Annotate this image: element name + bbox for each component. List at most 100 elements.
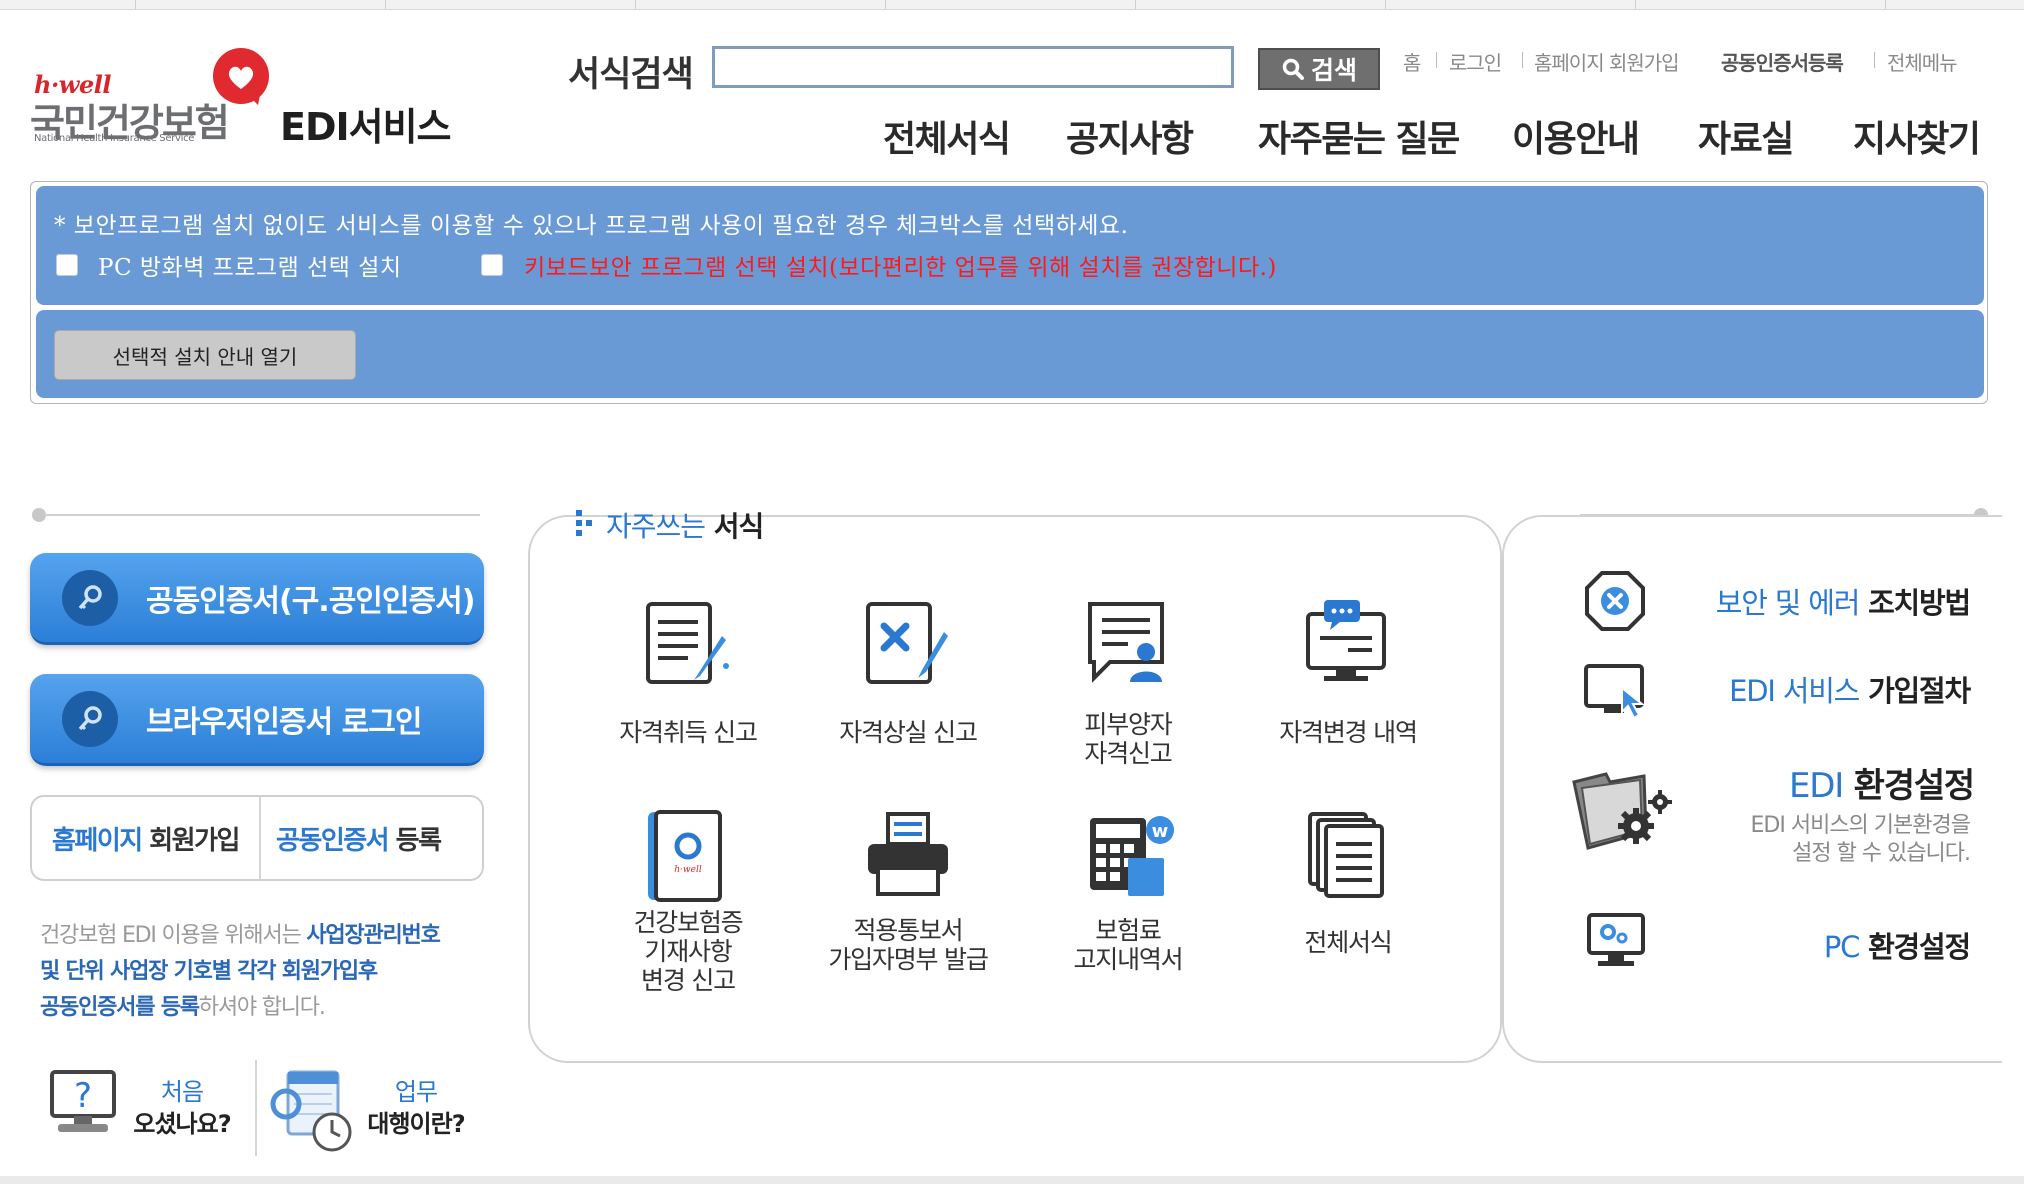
agent-business-link[interactable]: 업무 대행이란? [356, 1076, 476, 1140]
keyboard-security-label: 키보드보안 프로그램 선택 설치(보다편리한 업무를 위해 설치를 권장합니다.… [524, 255, 1277, 281]
first-visit-link[interactable]: 처음 오셨나요? [122, 1076, 242, 1140]
search-label: 서식검색 [568, 55, 694, 95]
util-link-home[interactable]: 홈 [1403, 47, 1421, 76]
util-link-cert-register[interactable]: 공동인증서등록 [1721, 47, 1844, 76]
svg-text:?: ? [74, 1076, 92, 1116]
frequent-title-blue: 자주쓰는 [606, 510, 706, 543]
cert-login-button[interactable]: 공동인증서(구.공인인증서) [30, 553, 484, 645]
first-visit-rest: 오셨나요? [133, 1110, 231, 1138]
cert-login-label: 공동인증서(구.공인인증서) [146, 583, 475, 619]
nav-library[interactable]: 자료실 [1698, 110, 1794, 162]
logo-english: National Health Insurance Service [34, 133, 195, 144]
form-all-forms[interactable] [1300, 808, 1396, 908]
util-link-login[interactable]: 로그인 [1449, 47, 1502, 76]
util-divider [1436, 52, 1437, 68]
nav-notices[interactable]: 공지사항 [1066, 110, 1194, 162]
nav-guide[interactable]: 이용안내 [1512, 110, 1640, 162]
bottom-strip [0, 1176, 2024, 1184]
title-bullet-icon [576, 510, 592, 536]
form-card-change-report[interactable]: h·well [640, 808, 736, 908]
form-label-acquisition: 자격취득 신고 [619, 718, 758, 747]
edi-environment-desc: EDI 서비스의 기본환경을 설정 할 수 있습니다. [1680, 812, 1971, 868]
edi-environment-link[interactable]: EDI 환경설정 [1680, 758, 1976, 807]
form-label-change: 자격변경 내역 [1279, 718, 1418, 747]
rail-line [44, 514, 480, 516]
util-divider [1874, 52, 1875, 68]
form-loss-report[interactable] [860, 596, 956, 696]
nav-branch-finder[interactable]: 지사찾기 [1853, 110, 1981, 162]
edi-join-rest: 가입절차 [1868, 674, 1971, 708]
pc-env-rest: 환경설정 [1868, 930, 1971, 964]
search-button-label: 검색 [1310, 56, 1357, 85]
firewall-checkbox[interactable] [56, 254, 78, 276]
pc-settings-icon [1587, 913, 1645, 966]
form-label-all: 전체서식 [1304, 928, 1392, 957]
frequent-forms-title: 자주쓰는 서식 [606, 505, 765, 545]
top-tab-strip [0, 0, 2024, 10]
edi-env-rest: 환경설정 [1853, 766, 1976, 806]
keyboard-security-checkbox[interactable] [481, 254, 503, 276]
calculator-icon: w [1090, 816, 1174, 896]
nav-all-forms[interactable]: 전체서식 [883, 110, 1011, 162]
pc-env-blue: PC [1823, 930, 1861, 964]
homepage-join-link[interactable]: 홈페이지 회원가입 [52, 820, 240, 857]
form-notice-issue[interactable] [860, 808, 956, 908]
edi-join-blue: EDI 서비스 [1729, 674, 1860, 708]
register-link-blue: 공동인증서 [276, 826, 390, 856]
info-text-4: 공동인증서를 등록 [40, 995, 200, 1020]
info-text-5: 하셔야 합니다. [198, 995, 326, 1020]
folder-gear-icon [1572, 772, 1672, 850]
calendar-clock-icon[interactable] [266, 1066, 356, 1156]
monitor-chat-icon [1306, 600, 1386, 681]
divider [259, 797, 261, 879]
edi-env-desc-2: 설정 할 수 있습니다. [1792, 841, 1971, 866]
edi-join-procedure-link[interactable]: EDI 서비스 가입절차 [1680, 668, 1971, 710]
first-visit-blue: 처음 [160, 1078, 204, 1106]
security-options-box [36, 186, 1984, 305]
info-text-3: 및 단위 사업장 기호별 각각 회원가입후 [40, 959, 378, 984]
svg-text:w: w [1152, 821, 1169, 842]
frequent-title-rest: 서식 [713, 510, 765, 543]
search-button[interactable]: 검색 [1258, 48, 1380, 90]
key-icon [62, 569, 118, 626]
browser-cert-login-label: 브라우저인증서 로그인 [146, 704, 422, 740]
help-monitor-icon[interactable]: ? [44, 1066, 124, 1146]
join-link-rest: 회원가입 [149, 826, 240, 856]
edi-env-blue: EDI [1788, 766, 1844, 806]
chat-person-icon [1088, 602, 1164, 683]
form-label-card-change: 건강보험증 기재사항 변경 신고 [633, 908, 743, 995]
edi-env-desc-1: EDI 서비스의 기본환경을 [1750, 813, 1971, 838]
form-premium-statement[interactable]: w [1080, 808, 1176, 908]
pc-environment-link[interactable]: PC 환경설정 [1680, 924, 1971, 966]
nav-faq[interactable]: 자주묻는 질문 [1258, 110, 1460, 162]
browser-cert-login-button[interactable]: 브라우저인증서 로그인 [30, 674, 484, 766]
util-link-all-menu[interactable]: 전체메뉴 [1887, 47, 1958, 76]
edi-service-title: EDI서비스 [280, 105, 452, 149]
monitor-click-icon [1584, 664, 1645, 720]
join-link-blue: 홈페이지 [52, 826, 143, 856]
form-change-history[interactable] [1300, 596, 1396, 696]
agent-business-rest: 대행이란? [367, 1110, 465, 1138]
info-text-2: 사업장관리번호 [306, 923, 440, 948]
cert-register-link[interactable]: 공동인증서 등록 [276, 820, 442, 857]
info-text-1: 건강보험 EDI 이용을 위해서는 [40, 923, 302, 948]
error-octagon-icon [1585, 571, 1645, 631]
svg-text:h·well: h·well [674, 865, 702, 875]
agent-business-blue: 업무 [394, 1078, 438, 1106]
install-guide-button[interactable]: 선택적 설치 안내 열기 [54, 330, 356, 380]
join-info-text: 건강보험 EDI 이용을 위해서는 사업장관리번호 및 단위 사업장 기호별 각… [40, 918, 500, 1026]
search-icon [1282, 58, 1304, 80]
search-input[interactable] [712, 46, 1234, 88]
form-dependent-report[interactable] [1080, 596, 1176, 696]
heart-logo-icon [213, 48, 269, 105]
form-label-premium: 보험료 고지내역서 [1073, 916, 1183, 974]
security-error-link[interactable]: 보안 및 에러 조치방법 [1680, 580, 1971, 622]
util-divider [1522, 52, 1523, 68]
util-link-join[interactable]: 홈페이지 회원가입 [1534, 47, 1680, 76]
form-label-dependent: 피부양자 자격신고 [1084, 710, 1172, 768]
printer-icon [868, 812, 948, 896]
document-pen-icon [646, 602, 729, 684]
key-icon [62, 690, 118, 747]
security-notice: * 보안프로그램 설치 없이도 서비스를 이용할 수 있으나 프로그램 사용이 … [54, 213, 1129, 239]
form-acquisition-report[interactable] [640, 596, 736, 696]
